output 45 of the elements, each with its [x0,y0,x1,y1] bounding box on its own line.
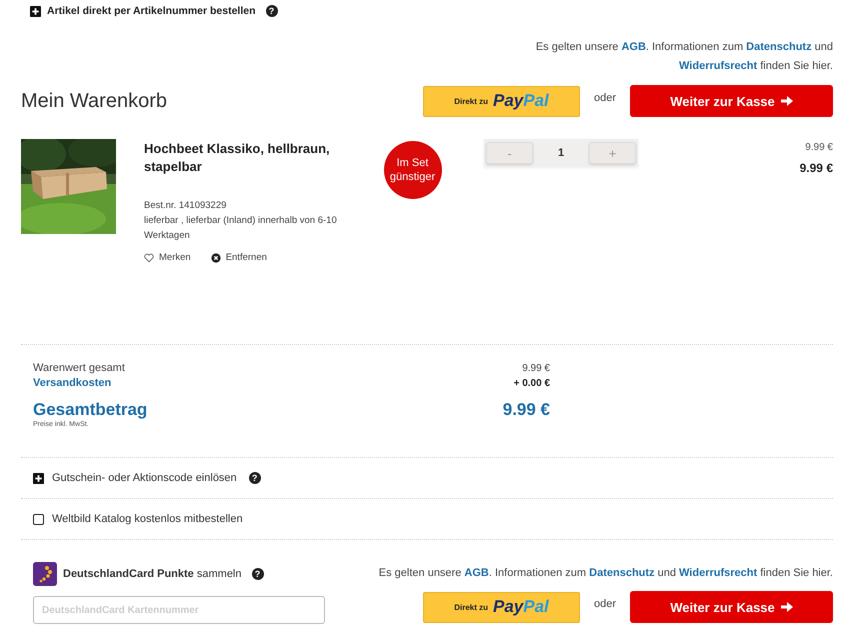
shipping-link[interactable]: Versandkosten [33,376,112,391]
checkout-button[interactable]: Weiter zur Kasse [630,591,833,623]
paypal-button[interactable]: Direkt zu PayPal [423,86,580,116]
legal-notice: Es gelten unsere AGB. Informationen zum Datenschutz und Widerrufsrecht finden Sie hier. [378,566,833,581]
arrow-right-icon [780,602,793,612]
help-icon[interactable]: ? [252,568,264,580]
legal-link[interactable]: AGB [621,41,646,53]
help-icon[interactable]: ? [248,472,261,484]
availability-text: lieferbar , lieferbar (Inland) innerhalb von 6-10 Werktagen [144,214,338,243]
arrow-right-icon [780,96,793,106]
total-value: 9.99 € [502,399,550,421]
summary-label: Warenwert gesamt [33,361,125,376]
order-number: Best.nr. 141093229 [144,199,228,213]
catalog-checkbox[interactable] [33,514,44,524]
summary-value: + 0.00 € [514,377,550,391]
help-icon[interactable]: ? [266,5,278,17]
close-icon [210,252,221,262]
plus-box-icon[interactable] [33,472,44,484]
unit-price: 9.99 € [805,142,833,153]
deutschlandcard-label: DeutschlandCard Punkte sammeln [63,568,242,580]
remember-link[interactable]: Merken [144,250,191,265]
checkout-button[interactable]: Weiter zur Kasse [630,85,833,117]
quantity-value[interactable]: 1 [533,147,589,159]
or-label: oder [592,598,618,612]
total-label: Gesamtbetrag [33,399,148,420]
summary-value: 9.99 € [522,362,550,376]
cart-title: Mein Warenkorb [21,90,167,112]
dots-logo-icon [33,562,57,586]
plus-box-icon[interactable] [30,6,41,16]
quick-order-link[interactable]: Artikel direkt per Artikelnummer bestellen [47,5,256,17]
heart-icon [144,252,154,262]
catalog-label[interactable]: Weltbild Katalog kostenlos mitbestellen [52,513,243,525]
paypal-button[interactable]: Direkt zu PayPal [423,592,580,622]
legal-link[interactable]: Datenschutz [746,41,812,53]
legal-notice: Es gelten unsere AGB. Informationen zum Datenschutz und Widerrufsrecht finden Sie hier. [534,40,833,74]
legal-link[interactable]: Widerrufsrecht [679,567,758,579]
voucher-link[interactable]: Gutschein- oder Aktionscode einlösen [52,472,237,484]
legal-link[interactable]: Widerrufsrecht [679,60,758,72]
product-name[interactable]: Hochbeet Klassiko, hellbraun, stapelbar [144,140,344,176]
remove-link[interactable]: Entfernen [210,250,267,265]
legal-link[interactable]: AGB [464,567,489,579]
legal-link[interactable]: Datenschutz [589,567,655,579]
item-total-price: 9.99 € [800,161,833,175]
or-label: oder [592,92,618,106]
set-offer-badge[interactable]: Im Set günstiger [384,141,442,199]
